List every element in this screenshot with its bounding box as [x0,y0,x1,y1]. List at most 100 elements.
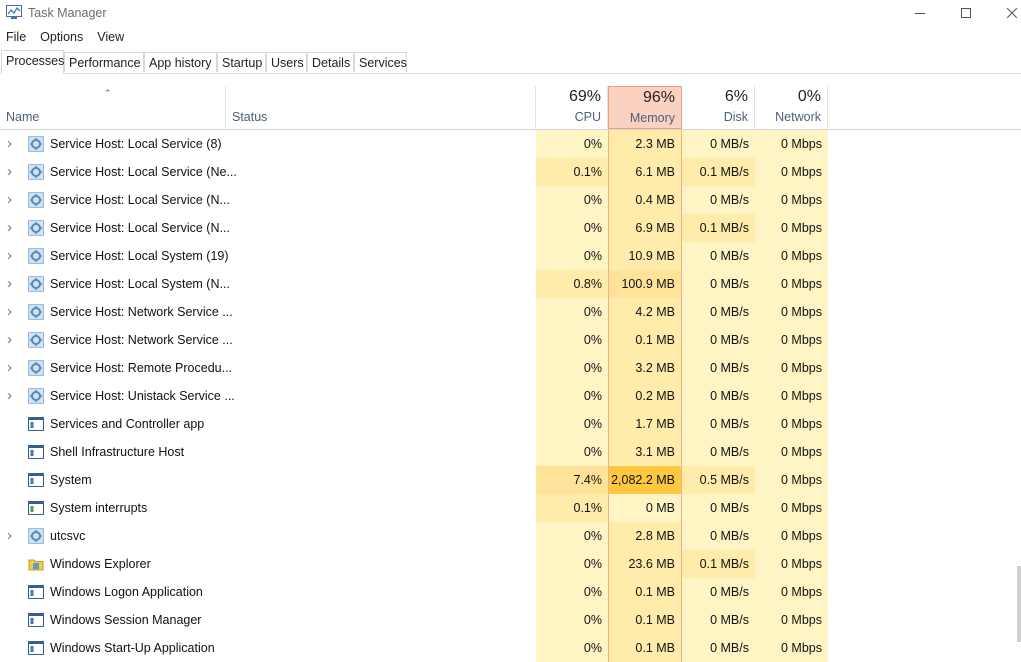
process-memory-value: 2.3 MB [608,130,682,158]
process-row[interactable]: › Service Host: Network Service ... 0% 4.2 … [0,298,1021,326]
process-disk-value: 0 MB/s [682,494,755,522]
process-network-value: 0 Mbps [755,494,828,522]
process-memory-value: 0 MB [608,494,682,522]
process-name: Service Host: Local Service (N... [50,193,230,207]
process-name: Shell Infrastructure Host [50,445,185,459]
process-cpu-value: 0.1% [536,158,608,186]
process-row[interactable]: Windows Start-Up Application 0% 0.1 MB 0 MB… [0,634,1021,662]
column-network[interactable]: 0% Network [755,86,828,129]
process-cpu-value: 0% [536,186,608,214]
expand-chevron-icon[interactable]: › [7,298,12,326]
close-icon [1007,8,1017,18]
process-network-value: 0 Mbps [755,242,828,270]
process-disk-value: 0 MB/s [682,522,755,550]
process-memory-value: 1.7 MB [608,410,682,438]
process-disk-value: 0.1 MB/s [682,550,755,578]
process-disk-value: 0 MB/s [682,634,755,662]
column-name-label: Name [6,110,40,124]
close-button[interactable] [989,0,1021,26]
expand-chevron-icon[interactable]: › [7,382,12,410]
process-row[interactable]: › Service Host: Network Service ... 0% 0.1 … [0,326,1021,354]
menu-bar: File Options View [0,28,132,48]
tab-performance[interactable]: Performance [64,52,144,72]
column-disk[interactable]: 6% Disk [682,86,755,129]
column-memory[interactable]: 96% Memory [608,86,682,129]
tab-users[interactable]: Users [266,52,307,72]
menu-view[interactable]: View [91,28,132,48]
column-name[interactable]: ⌃ Name [0,86,226,129]
process-memory-value: 3.2 MB [608,354,682,382]
process-row[interactable]: Windows Explorer 0% 23.6 MB 0.1 MB/s 0 Mbps [0,550,1021,578]
process-cpu-value: 0% [536,578,608,606]
tab-services[interactable]: Services [354,52,407,72]
maximize-button[interactable] [943,0,989,26]
expand-chevron-icon[interactable]: › [7,242,12,270]
process-name: Windows Session Manager [50,613,202,627]
process-memory-value: 6.1 MB [608,158,682,186]
process-cpu-value: 7.4% [536,466,608,494]
column-status[interactable]: Status [226,86,536,129]
tab-app-history[interactable]: App history [144,52,217,72]
app-window-icon [28,640,44,656]
sort-up-icon: ⌃ [104,88,112,98]
expand-chevron-icon[interactable]: › [7,354,12,382]
menu-options[interactable]: Options [34,28,91,48]
process-network-value: 0 Mbps [755,606,828,634]
process-memory-value: 3.1 MB [608,438,682,466]
process-row[interactable]: Shell Infrastructure Host 0% 3.1 MB 0 MB/s 0… [0,438,1021,466]
expand-chevron-icon[interactable]: › [7,522,12,550]
service-gear-icon [28,332,44,348]
process-row[interactable]: › Service Host: Local Service (Ne... 0.1% 6… [0,158,1021,186]
process-cpu-value: 0% [536,550,608,578]
app-window-icon [28,584,44,600]
explorer-folder-icon [28,556,44,572]
expand-chevron-icon[interactable]: › [7,186,12,214]
process-disk-value: 0 MB/s [682,326,755,354]
process-row[interactable]: › Service Host: Local Service (N... 0% 6.9 … [0,214,1021,242]
process-disk-value: 0 MB/s [682,354,755,382]
column-status-label: Status [232,110,268,124]
process-name: System [50,473,92,487]
service-gear-icon [28,304,44,320]
process-cpu-value: 0.1% [536,494,608,522]
process-row[interactable]: › Service Host: Local System (N... 0.8% 100… [0,270,1021,298]
process-disk-value: 0 MB/s [682,382,755,410]
expand-chevron-icon[interactable]: › [7,158,12,186]
process-row[interactable]: › Service Host: Remote Procedu... 0% 3.2 MB… [0,354,1021,382]
column-memory-label: Memory [629,111,675,125]
process-disk-value: 0 MB/s [682,606,755,634]
tab-details[interactable]: Details [307,52,354,72]
process-network-value: 0 Mbps [755,634,828,662]
service-gear-icon [28,528,44,544]
process-row[interactable]: › utcsvc 0% 2.8 MB 0 MB/s 0 Mbps [0,522,1021,550]
process-row[interactable]: Services and Controller app 0% 1.7 MB 0 MB/… [0,410,1021,438]
menu-file[interactable]: File [0,28,34,48]
process-row[interactable]: System 7.4% 2,082.2 MB 0.5 MB/s 0 Mbps [0,466,1021,494]
window-title: Task Manager [28,6,107,20]
expand-chevron-icon[interactable]: › [7,214,12,242]
process-row[interactable]: › Service Host: Local Service (N... 0% 0.4 … [0,186,1021,214]
process-row[interactable]: › Service Host: Local System (19) 0% 10.9 M… [0,242,1021,270]
column-disk-label: Disk [723,110,748,124]
process-row[interactable]: System interrupts 0.1% 0 MB 0 MB/s 0 Mbps [0,494,1021,522]
disk-total: 6% [724,88,748,105]
app-window-icon [28,416,44,432]
process-network-value: 0 Mbps [755,130,828,158]
expand-chevron-icon[interactable]: › [7,326,12,354]
process-row[interactable]: Windows Session Manager 0% 0.1 MB 0 MB/s 0 M… [0,606,1021,634]
tab-processes[interactable]: Processes [1,50,64,74]
process-cpu-value: 0% [536,606,608,634]
process-row[interactable]: Windows Logon Application 0% 0.1 MB 0 MB/s 0… [0,578,1021,606]
minimize-button[interactable] [897,0,943,26]
column-cpu[interactable]: 69% CPU [536,86,608,129]
process-cpu-value: 0% [536,326,608,354]
process-row[interactable]: › Service Host: Unistack Service ... 0% 0.2… [0,382,1021,410]
process-name: Windows Explorer [50,557,151,571]
expand-chevron-icon[interactable]: › [7,130,12,158]
process-disk-value: 0 MB/s [682,242,755,270]
process-memory-value: 23.6 MB [608,550,682,578]
tab-startup[interactable]: Startup [217,52,266,72]
expand-chevron-icon[interactable]: › [7,270,12,298]
vertical-scrollbar[interactable] [1017,566,1021,642]
process-row[interactable]: › Service Host: Local Service (8) 0% 2.3 MB… [0,130,1021,158]
